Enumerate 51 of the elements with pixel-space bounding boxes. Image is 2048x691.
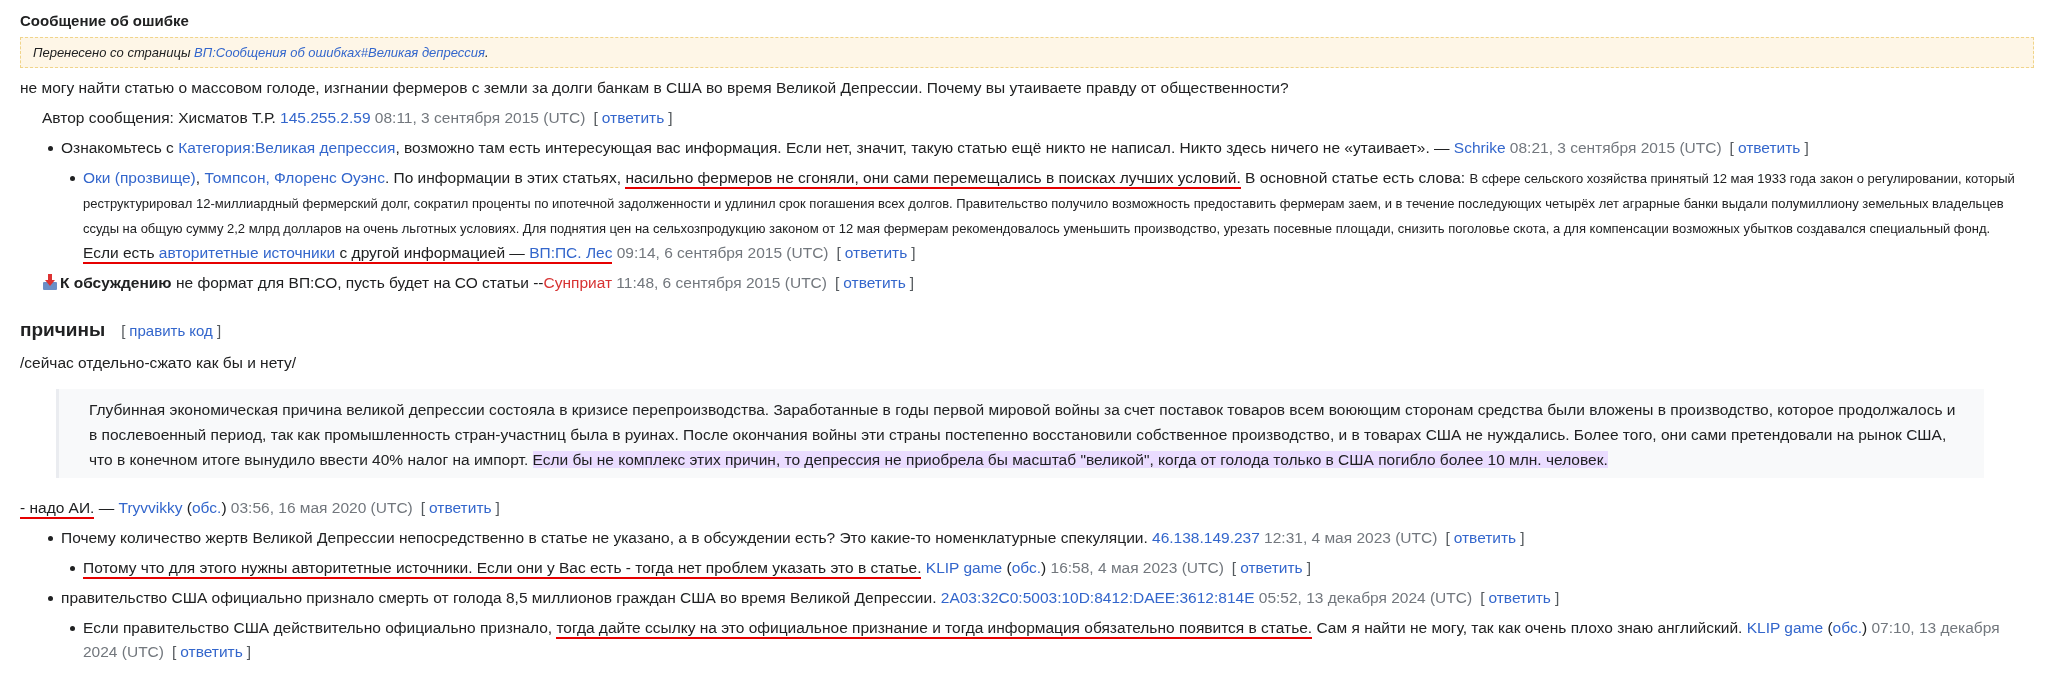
bullet-icon — [70, 176, 75, 181]
comment-text: Ознакомьтесь с Категория:Великая депрессия, возможно там есть интересующая вас информация. Если нет, значит, такую статью ещё никто не написал. Никто здесь ничего не «утаивает». — Schrike 08:21, 3 сентября 2015 (UTC) [ ответить ] — [61, 138, 1809, 158]
reply-link[interactable]: ответить — [1453, 529, 1517, 546]
comment-text: - надо АИ. — Tryvvikky (обс.) 03:56, 16 мая 2020 (UTC) [ ответить ] — [20, 496, 500, 520]
comment-text: не могу найти статью о массовом голоде, изгнании фермеров с земли за долги банкам в США во время Великой Депрессии. Почему вы утаиваете правду от общественности? — [20, 78, 1289, 98]
comment-text: Потому что для этого нужны авторитетные источники. Если они у Вас есть - тогда нет проблем указать это в статье. KLIP game (обс.) 16:58, 4 мая 2023 (UTC) [ ответить ] — [83, 556, 1311, 580]
comment-text: правительство США официально признало смерть от голода 8,5 миллионов граждан США во время Великой Депрессии. 2A03:32C0:5003:10D:8412:DAEE:3612:814E 05:52, 13 декабря 2024 (UTC) [ ответить ] — [61, 588, 1560, 608]
text-link[interactable]: Категория:Великая депрессия — [178, 139, 396, 156]
comment-text: К обсуждению не формат для ВП:СО, пусть будет на СО статьи --Сунприат 11:48, 6 сентября 2015 (UTC) [ ответить ] — [60, 273, 915, 293]
section-heading: Сообщение об ошибке — [20, 11, 189, 31]
bullet-icon — [48, 146, 53, 151]
reply-link[interactable]: ответить — [1488, 589, 1551, 606]
comment-text: Почему количество жертв Великой Депрессии непосредственно в статье не указано, а в обсуждении есть? Это какие-то номенклатурные спекуляции. 46.138.149.237 12:31, 4 мая 2023 (UTC) [ ответить ] — [61, 528, 1525, 548]
section-heading: причины — [20, 318, 106, 342]
text-link[interactable]: 145.255.2.59 — [280, 109, 371, 126]
text-link[interactable]: KLIP game — [1746, 619, 1824, 636]
text-link[interactable]: обс. — [1832, 619, 1862, 636]
comment-text: Автор сообщения: Хисматов Т.Р. 145.255.2.59 08:11, 3 сентября 2015 (UTC) [ ответить ] — [42, 108, 673, 128]
text-link[interactable]: KLIP game — [925, 559, 1003, 576]
quote-text: Глубинная экономическая причина великой депрессии состояла в кризисе перепроизводства. Заработанные в годы первой мировой войны за счет поставок товаров всем воюющим сторонам средства были вложены в производство, которое продолжалось и в послевоенный период, так как промышленность стран-участниц была в руинах. После окончания войны эти страны постепенно восстановили собственное производство, и в товарах США не нуждались. Более того, они сами претендовали на рынок США, что в конечном итоге вынудило ввести 40% налог на импорт. Если бы не комплекс этих причин, то депрессия не приобрела бы масштаб "великой", когда от голода только в США погибло более 10 млн. человек. — [89, 400, 1957, 470]
reply-link[interactable]: ответить — [843, 274, 906, 291]
bracket-text: ] — [216, 322, 222, 339]
bullet-icon — [48, 596, 53, 601]
text-link[interactable]: обс. — [192, 499, 222, 516]
bullet-icon — [48, 536, 53, 541]
text-link[interactable]: ВП:ПС. Лес — [529, 244, 613, 264]
comment-text: Оки (прозвище), Томпсон, Флоренс Оуэнс. По информации в этих статьях, насильно фермеров не сгоняли, они сами перемещались в поисках лучших условий. В основной статье есть слова: В сфере сельского хозяйства принятый 12 мая 1933 года закон о регулировании, который реструктурировал 12-миллиардный фермерский долг, сократил проценты по ипотечной задолженности и удлинил срок погашения всех долгов. Правительство получило возможность предоставить фермерам заем, и в течение последующих четырёх лет аграрные банки выдали полумиллиону земельных владельцев ссуды на общую сумму 2,2 млрд долларов на очень льготных условиях. Для поднятия цен на сельхозпродукцию законом от 12 мая фермерам рекомендовалось уменьшить производство, урезать посевные площади, снизить поголовье скота, а для компенсации возможных убытков создавался специальный фонд. Если есть авторитетные источники с другой информацией — ВП:ПС. Лес 09:14, 6 сентября 2015 (UTC) [ ответить ] — [83, 166, 2034, 265]
bullet-icon — [70, 566, 75, 571]
reply-link[interactable]: ответить — [180, 643, 243, 660]
reply-link[interactable]: ответить — [601, 109, 665, 126]
user-link[interactable]: Сунприат — [543, 274, 613, 291]
text-link[interactable]: Schrike — [1453, 139, 1506, 156]
comment-text: /сейчас отдельно-сжато как бы и нету/ — [20, 353, 297, 373]
notice-text: Перенесено со страницы ВП:Сообщения об ошибках#Великая депрессия. — [33, 45, 490, 60]
reply-link[interactable]: ответить — [429, 499, 492, 516]
reply-link[interactable]: ответить — [1737, 139, 1801, 156]
text-link[interactable]: Томпсон, Флоренс Оуэнс — [204, 169, 385, 186]
arrow-into-box-icon — [42, 273, 58, 291]
text-link[interactable]: авторитетные источники — [158, 244, 336, 264]
text-link[interactable]: обс. — [1011, 559, 1042, 576]
text-link[interactable]: ВП:Сообщения об ошибках#Великая депрессия — [194, 45, 485, 60]
text-link[interactable]: 2A03:32C0:5003:10D:8412:DAEE:3612:814E — [940, 589, 1255, 606]
edit-link[interactable]: править код — [129, 322, 213, 339]
text-link[interactable]: 46.138.149.237 — [1152, 529, 1260, 546]
bracket-text: [ — [121, 322, 126, 339]
bullet-icon — [70, 626, 75, 631]
comment-text: Если правительство США действительно официально признало, тогда дайте ссылку на это официальное признание и тогда информация обязательно появится в статье. Сам я найти не могу, так как очень плохо знаю английский. KLIP game (обс.) 07:10, 13 декабря 2024 (UTC) [ ответить ] — [83, 618, 2001, 662]
reply-link[interactable]: ответить — [844, 244, 908, 261]
reply-link[interactable]: ответить — [1240, 559, 1303, 576]
text-link[interactable]: Tryvvikky — [118, 499, 183, 516]
text-link[interactable]: Оки (прозвище) — [83, 169, 196, 186]
